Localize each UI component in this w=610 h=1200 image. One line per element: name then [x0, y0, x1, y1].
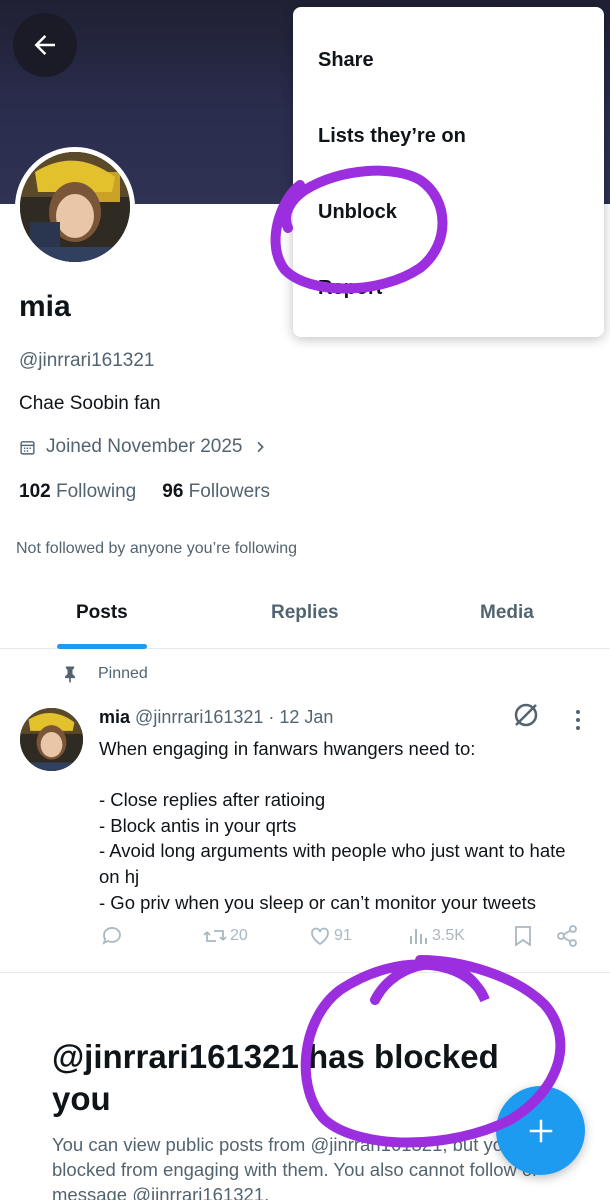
menu-item-share[interactable]: Share [318, 49, 374, 72]
post-text: When engaging in fanwars hwangers need t… [99, 736, 599, 915]
share-icon [557, 925, 577, 947]
arrow-left-icon [34, 35, 55, 55]
profile-name: mia [19, 290, 71, 323]
divider [0, 972, 610, 973]
pinned-label: Pinned [98, 665, 148, 682]
active-tab-indicator [57, 644, 147, 649]
bookmark-button[interactable] [512, 924, 534, 948]
calendar-icon [20, 440, 35, 455]
like-count: 91 [334, 927, 352, 944]
joined-date: Joined November 2025 [46, 436, 243, 457]
like-button[interactable]: 91 [308, 924, 352, 948]
retweet-button[interactable]: 20 [202, 924, 248, 948]
profile-tabs: Posts Replies Media [0, 580, 610, 649]
bookmark-icon [515, 926, 531, 947]
joined-date-row[interactable]: Joined November 2025 [19, 436, 268, 458]
post-line: - Avoid long arguments with people who j… [99, 840, 566, 862]
profile-handle: @jinrrari161321 [19, 350, 155, 371]
chevron-right-icon [257, 441, 265, 453]
menu-item-unblock[interactable]: Unblock [318, 201, 397, 224]
followers-label: Followers [188, 481, 270, 502]
post-actions: 20 91 3.5K [0, 924, 610, 954]
retweet-icon [203, 930, 227, 942]
tab-posts[interactable]: Posts [76, 602, 128, 624]
pin-icon [65, 666, 75, 683]
tab-media[interactable]: Media [480, 602, 534, 624]
plus-icon [529, 1119, 552, 1142]
post-line: - Block antis in your qrts [99, 814, 297, 836]
menu-item-lists[interactable]: Lists they’re on [318, 125, 466, 148]
overflow-menu: Share Lists they’re on Unblock Report [293, 7, 604, 337]
profile-avatar[interactable] [15, 147, 135, 267]
followers-count: 96 [162, 481, 184, 502]
reply-icon [102, 927, 121, 945]
following-count: 102 [19, 481, 51, 502]
post-line: When engaging in fanwars hwangers need t… [99, 738, 476, 759]
retweet-count: 20 [230, 927, 248, 944]
profile-bio: Chae Soobin fan [19, 393, 161, 414]
post-meta: @jinrrari161321 · 12 Jan [135, 707, 334, 727]
post-author-name[interactable]: mia [99, 707, 130, 727]
following-label: Following [55, 481, 137, 502]
compose-button[interactable] [496, 1086, 585, 1175]
post-header: mia @jinrrari161321 · 12 Jan [99, 707, 333, 728]
views-button[interactable]: 3.5K [408, 924, 465, 948]
menu-item-report[interactable]: Report [318, 277, 382, 300]
post-line: - Close replies after ratioing [99, 789, 326, 811]
view-count: 3.5K [432, 927, 465, 944]
avatar-photo [20, 708, 83, 771]
pinned-label-row: Pinned [60, 664, 148, 684]
post-author-avatar[interactable] [20, 708, 83, 771]
followers-link[interactable]: 96 Followers [162, 481, 270, 503]
following-link[interactable]: 102 Following [19, 481, 136, 503]
not-followed-note: Not followed by anyone you’re following [16, 540, 298, 557]
share-button[interactable] [555, 924, 579, 948]
views-icon [410, 929, 427, 944]
post-line [99, 762, 599, 788]
blocked-title: @jinrrari161321 has blocked you [52, 1038, 499, 1117]
more-options-icon[interactable] [571, 708, 585, 732]
follow-stats: 102 Following 96 Followers [19, 481, 270, 503]
avatar-photo [20, 152, 130, 262]
reply-button[interactable] [100, 924, 124, 948]
back-button[interactable] [13, 13, 77, 77]
post-line: on hj [99, 865, 140, 887]
post-line: - Go priv when you sleep or can’t monito… [99, 891, 536, 913]
tab-replies[interactable]: Replies [271, 602, 339, 624]
grok-icon[interactable] [511, 700, 541, 730]
blocked-description: You can view public posts from @jinrrari… [52, 1134, 546, 1200]
heart-icon [311, 927, 329, 946]
